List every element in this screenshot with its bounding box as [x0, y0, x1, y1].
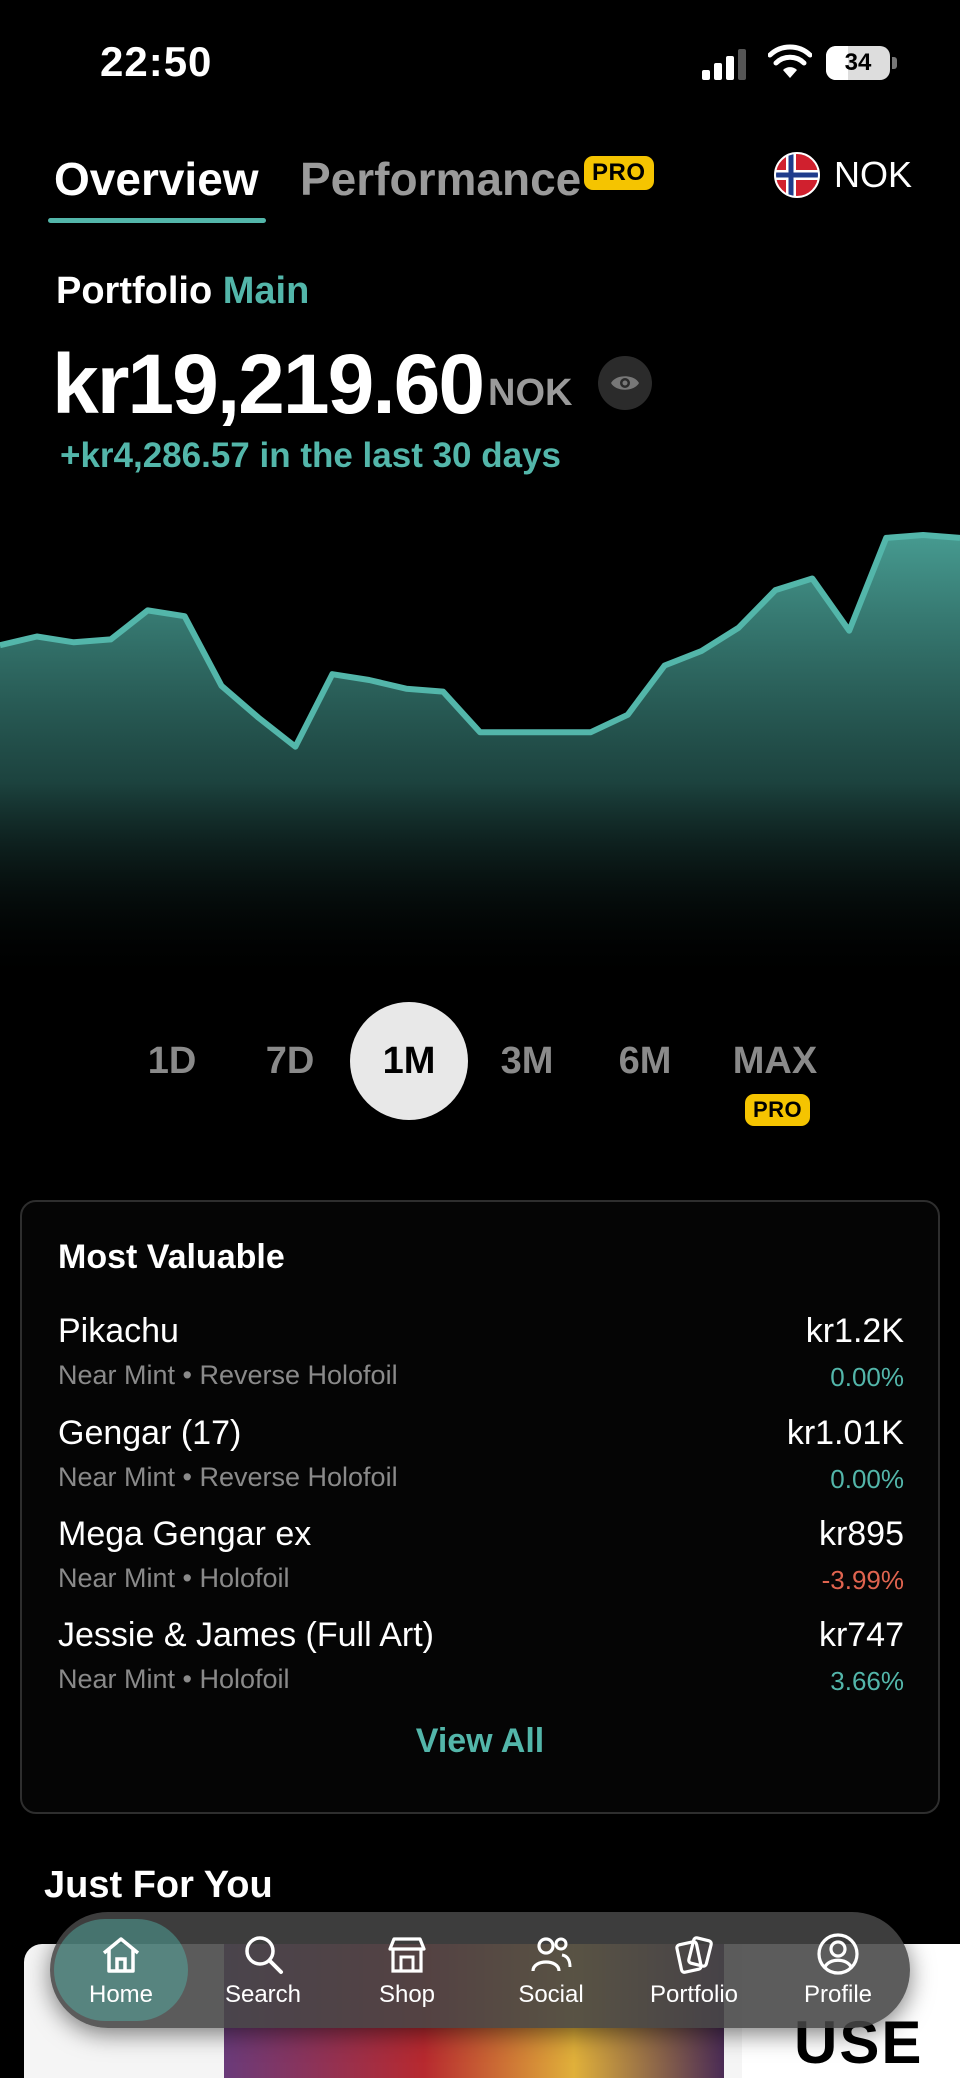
item-condition: Near Mint • Holofoil [58, 1563, 290, 1593]
nav-shop[interactable]: Shop [337, 1912, 477, 2028]
portfolio-chart[interactable] [0, 505, 960, 985]
portfolio-value: kr19,219.60 [52, 337, 485, 431]
item-name: Jessie & James (Full Art) [58, 1616, 434, 1654]
item-price: kr747 [818, 1616, 904, 1654]
list-item[interactable]: Pikachu Near Mint • Reverse Holofoil kr1.2… [58, 1312, 904, 1408]
item-change: 0.00% [830, 1362, 904, 1392]
item-change: 3.66% [830, 1666, 904, 1696]
top-tabs: Overview Performance PRO NOK [0, 140, 960, 230]
status-time: 22:50 [100, 38, 213, 85]
range-7d-button[interactable]: 7D [231, 1002, 349, 1120]
battery-level: 34 [844, 49, 872, 76]
nav-label: Portfolio [649, 1981, 739, 2008]
item-name: Gengar (17) [58, 1414, 242, 1452]
portfolio-label[interactable]: Portfolio Main [56, 270, 309, 313]
nav-social[interactable]: Social [481, 1912, 621, 2028]
view-all-button[interactable]: View All [22, 1722, 938, 1761]
pro-badge: PRO [584, 156, 654, 190]
item-name: Mega Gengar ex [58, 1515, 312, 1553]
portfolio-name: Main [222, 270, 310, 312]
status-bar: 22:50 34 [0, 0, 960, 120]
item-price: kr1.2K [805, 1312, 904, 1350]
nav-label: Home [88, 1981, 154, 2008]
nav-label: Profile [803, 1981, 873, 2008]
social-icon [531, 1937, 572, 1972]
home-icon [102, 1937, 140, 1973]
list-item[interactable]: Mega Gengar ex Near Mint • Holofoil kr895 -… [58, 1515, 904, 1611]
most-valuable-title: Most Valuable [58, 1238, 285, 1276]
cellular-signal-icon [702, 49, 746, 80]
nav-label: Search [224, 1981, 302, 2008]
portfolio-label-text: Portfolio [56, 270, 213, 312]
toggle-visibility-button[interactable] [598, 356, 652, 410]
range-3m-button[interactable]: 3M [468, 1002, 586, 1120]
item-change: -3.99% [821, 1565, 904, 1595]
item-change: 0.00% [830, 1464, 904, 1494]
item-price: kr1.01K [786, 1414, 904, 1452]
range-1d-button[interactable]: 1D [113, 1002, 231, 1120]
wifi-icon [768, 44, 812, 78]
list-item[interactable]: Jessie & James (Full Art) Near Mint • Hol… [58, 1616, 904, 1712]
currency-label: NOK [834, 154, 913, 195]
battery-indicator: 34 [826, 46, 898, 80]
search-icon [245, 1936, 283, 1974]
portfolio-icon [675, 1936, 713, 1974]
nav-profile[interactable]: Profile [768, 1912, 908, 2028]
nav-portfolio[interactable]: Portfolio [624, 1912, 764, 2028]
shop-icon [388, 1937, 426, 1973]
nav-home[interactable]: Home [54, 1919, 188, 2021]
chart-area [0, 535, 960, 985]
currency-selector[interactable]: NOK [774, 150, 912, 200]
tab-overview[interactable]: Overview [54, 152, 259, 206]
range-selector: MAX 6M 3M 1M 7D 1D PRO [0, 1002, 960, 1132]
item-condition: Near Mint • Reverse Holofoil [58, 1462, 398, 1492]
item-name: Pikachu [58, 1312, 179, 1350]
tab-active-indicator [48, 218, 266, 223]
bottom-tab-bar: Home Search Shop Social Portfolio Profile [50, 1912, 910, 2028]
item-price: kr895 [818, 1515, 904, 1553]
profile-icon [817, 1933, 859, 1975]
nav-label: Shop [378, 1981, 436, 2008]
item-condition: Near Mint • Reverse Holofoil [58, 1360, 398, 1390]
max-pro-badge: PRO [745, 1094, 811, 1126]
portfolio-change: +kr4,286.57 in the last 30 days [60, 436, 562, 475]
tab-performance[interactable]: Performance [300, 152, 581, 206]
just-for-you-title: Just For You [44, 1864, 273, 1906]
norway-flag-icon [774, 152, 820, 198]
most-valuable-card: Most Valuable View All Pikachu Near Mint … [20, 1200, 940, 1814]
portfolio-currency: NOK [488, 372, 573, 414]
range-6m-button[interactable]: 6M [586, 1002, 704, 1120]
nav-search[interactable]: Search [193, 1912, 333, 2028]
item-condition: Near Mint • Holofoil [58, 1664, 290, 1694]
eye-icon [611, 376, 639, 390]
range-1m-button[interactable]: 1M [350, 1002, 468, 1120]
list-item[interactable]: Gengar (17) Near Mint • Reverse Holofoil k… [58, 1414, 904, 1510]
nav-label: Social [518, 1981, 584, 2008]
